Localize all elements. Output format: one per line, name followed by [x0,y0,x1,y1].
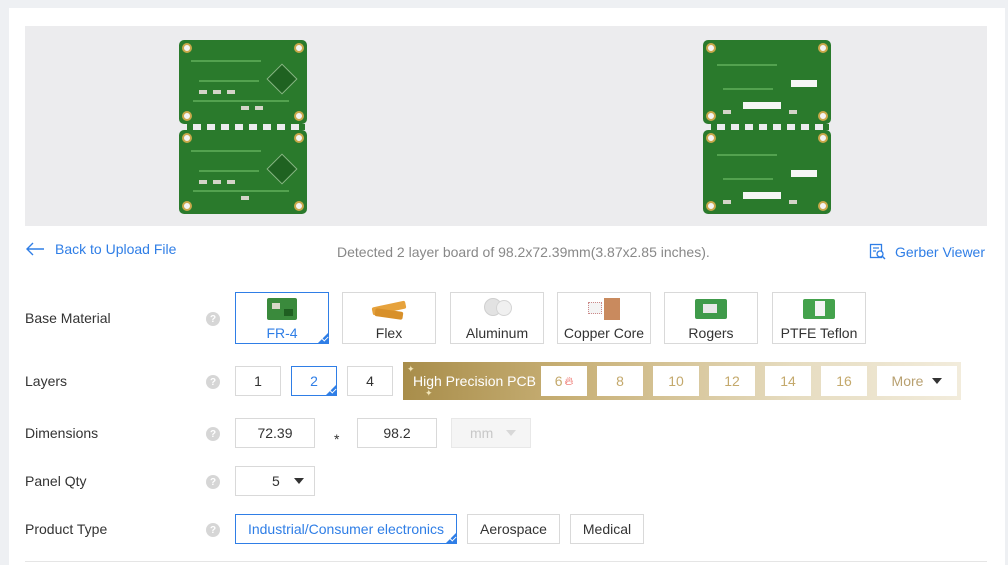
layers-label: Layers [25,373,68,389]
material-label: Copper Core [563,325,645,341]
more-label: More [891,373,924,389]
layer-option-1[interactable]: 1 [235,366,281,396]
dimensions-help-icon[interactable]: ? [206,427,220,441]
selected-check-icon [317,332,329,344]
product-type-industrial[interactable]: Industrial/Consumer electronics [235,514,457,544]
arrow-left-icon [26,242,44,256]
panel-qty-help-icon[interactable]: ? [206,475,220,489]
layer-option-6[interactable]: 6 🔥︎ [541,366,587,396]
quote-card: Back to Upload File Detected 2 layer boa… [9,8,1005,565]
fire-icon: 🔥︎ [564,373,574,388]
back-link-label: Back to Upload File [55,241,177,257]
selected-check-icon [445,532,457,544]
material-label: PTFE Teflon [780,325,858,341]
layer-option-2-label: 2 [310,373,318,389]
pcb-preview [25,26,987,226]
section-divider [25,561,987,562]
caret-down-icon [932,378,943,384]
product-type-aerospace[interactable]: Aerospace [467,514,560,544]
dimensions-label: Dimensions [25,425,99,441]
dimension-unit-value: mm [470,425,494,441]
material-label: Aluminum [465,325,529,341]
gerber-viewer-icon [869,243,886,260]
product-type-label: Product Type [25,521,108,537]
caret-down-icon [294,478,304,484]
fr4-board-icon [262,298,302,322]
dimension-length-input[interactable]: 98.2 [357,418,437,448]
material-option-copper-core[interactable]: Copper Core [557,292,651,344]
layer-option-6-label: 6 [554,373,563,389]
more-layers-dropdown[interactable]: More [877,366,957,396]
product-type-help-icon[interactable]: ? [206,523,220,537]
material-label: Flex [375,325,403,341]
layer-option-2[interactable]: 2 [291,366,337,396]
panel-qty-label: Panel Qty [25,473,87,489]
flex-board-icon [369,298,409,322]
gerber-viewer-button[interactable]: Gerber Viewer [869,243,985,260]
material-option-ptfe-teflon[interactable]: PTFE Teflon [772,292,866,344]
caret-down-icon [506,430,516,436]
base-material-help-icon[interactable]: ? [206,312,220,326]
selected-check-icon [325,384,337,396]
material-option-flex[interactable]: Flex [342,292,436,344]
detected-board-info: Detected 2 layer board of 98.2x72.39mm(3… [337,244,710,260]
layer-option-16[interactable]: 16 [821,366,867,396]
aluminum-board-icon [477,298,517,322]
material-label: FR-4 [266,325,298,341]
material-label: Rogers [688,325,734,341]
material-option-aluminum[interactable]: Aluminum [450,292,544,344]
back-to-upload-link[interactable]: Back to Upload File [25,241,176,257]
panel-qty-select[interactable]: 5 [235,466,315,496]
material-option-fr4[interactable]: FR-4 [235,292,329,344]
layer-option-12[interactable]: 12 [709,366,755,396]
high-precision-pcb-bar: ✦ ✦ High Precision PCB 6 🔥︎ 8 10 12 14 1… [403,362,961,400]
high-precision-pcb-title: High Precision PCB [413,373,536,389]
layer-option-10[interactable]: 10 [653,366,699,396]
copper-core-board-icon [584,298,624,322]
layer-option-8[interactable]: 8 [597,366,643,396]
sparkle-icon: ✦ [425,388,433,398]
gerber-viewer-label: Gerber Viewer [895,243,986,260]
layers-help-icon[interactable]: ? [206,375,220,389]
dimension-width-input[interactable]: 72.39 [235,418,315,448]
layer-option-4[interactable]: 4 [347,366,393,396]
ptfe-teflon-board-icon [799,298,839,322]
base-material-label: Base Material [25,310,111,326]
product-type-industrial-label: Industrial/Consumer electronics [247,521,445,537]
dimension-unit-select[interactable]: mm [451,418,531,448]
product-type-medical[interactable]: Medical [570,514,644,544]
panel-qty-value: 5 [272,473,280,489]
dimension-separator: * [334,431,340,447]
material-option-rogers[interactable]: Rogers [664,292,758,344]
layer-option-14[interactable]: 14 [765,366,811,396]
rogers-board-icon [691,298,731,322]
